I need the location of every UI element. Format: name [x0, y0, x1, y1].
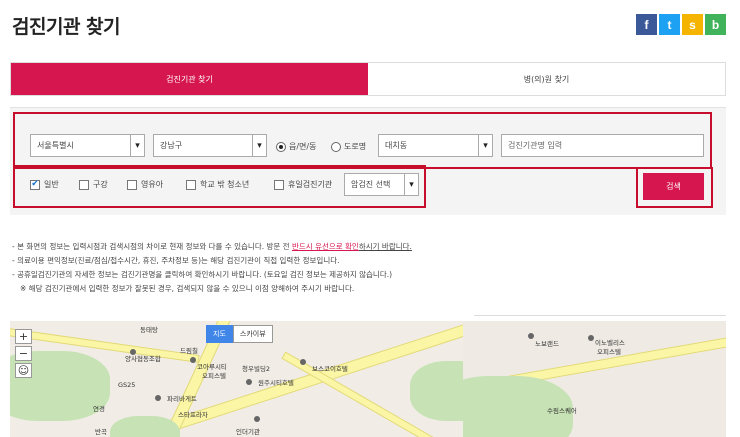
map-label: 반곡	[95, 428, 107, 436]
map-pin-icon[interactable]	[130, 349, 136, 355]
notice-text: - 본 화면의 정보는 입력시점과 검색시점의 차이로 현재 정보와 다를 수 …	[12, 242, 292, 251]
map-label: 청우빌딩2	[242, 365, 271, 373]
map-label: 동태탕	[140, 326, 158, 334]
map-pin-icon[interactable]	[300, 359, 306, 365]
notice-line: - 의료이용 편익정보(진료/점심/접수시간, 휴진, 주차정보 등)는 해당 …	[12, 256, 340, 265]
zoom-in-button[interactable]: +	[15, 329, 32, 344]
map-label: 연경	[93, 405, 105, 413]
map-label: 노보랜드	[535, 340, 559, 348]
notice-line: - 공휴일검진기관의 자세한 정보는 검진기관명을 클릭하여 확인하시기 바랍니…	[12, 270, 393, 279]
map-label: 수림스퀘어	[547, 407, 577, 415]
map-pin-icon[interactable]	[190, 357, 196, 363]
map-park	[110, 416, 180, 437]
notice-emphasis: 반드시 유선으로 확인	[291, 242, 359, 251]
map-pin-icon[interactable]	[528, 333, 534, 339]
highlight-checkbox-row	[13, 165, 426, 208]
map-label: 인더기관	[236, 428, 260, 436]
divider	[474, 315, 726, 316]
highlight-location-row	[13, 112, 712, 169]
tab-institution-search[interactable]: 검진기관 찾기	[11, 63, 368, 95]
zoom-out-button[interactable]: −	[15, 346, 32, 361]
search-tabs: 검진기관 찾기 병(의)원 찾기	[10, 62, 726, 96]
notice-text: 하시기 바랍니다.	[358, 242, 412, 251]
highlight-search-button	[636, 167, 713, 208]
map-label: 드림칠	[180, 347, 198, 355]
twitter-share-icon[interactable]: t	[659, 14, 680, 35]
band-share-icon[interactable]: b	[705, 14, 726, 35]
map-label: 보스코이호텔	[312, 365, 348, 373]
map-pin-icon[interactable]	[155, 395, 161, 401]
map-pin-icon[interactable]	[246, 379, 252, 385]
map-park	[410, 361, 463, 421]
map-label: 스타프라자	[178, 411, 208, 419]
map-pin-icon[interactable]	[254, 416, 260, 422]
map-type-toggle: 지도 스카이뷰	[206, 325, 273, 343]
map-type-skyview-button[interactable]: 스카이뷰	[232, 325, 273, 343]
map-type-map-button[interactable]: 지도	[206, 325, 233, 343]
map-view-right[interactable]: 노보랜드 이노벨리스 오피스텔 수림스퀘어	[463, 321, 726, 437]
map-pin-icon[interactable]	[588, 335, 594, 341]
notice-line: ※ 해당 검진기관에서 입력한 정보가 잘못된 경우, 검색되지 않을 수 있으…	[20, 284, 355, 293]
street-view-icon[interactable]: ☺	[15, 363, 32, 378]
notice-list: - 본 화면의 정보는 입력시점과 검색시점의 차이로 현재 정보와 다를 수 …	[12, 240, 412, 296]
share-buttons: f t s b	[636, 14, 726, 35]
map-label: 원주시티호텔	[258, 379, 294, 387]
notice-line: - 본 화면의 정보는 입력시점과 검색시점의 차이로 현재 정보와 다를 수 …	[12, 240, 412, 254]
map-label: GS25	[118, 381, 136, 389]
facebook-share-icon[interactable]: f	[636, 14, 657, 35]
map-label: 오피스텔	[597, 348, 621, 356]
page-title: 검진기관 찾기	[12, 16, 121, 38]
map-label: 오피스텔	[202, 372, 226, 380]
kakaostory-share-icon[interactable]: s	[682, 14, 703, 35]
map-label: 파리바게트	[167, 395, 197, 403]
tab-hospital-search[interactable]: 병(의)원 찾기	[368, 63, 725, 95]
map-zoom-controls: + − ☺	[15, 329, 32, 378]
